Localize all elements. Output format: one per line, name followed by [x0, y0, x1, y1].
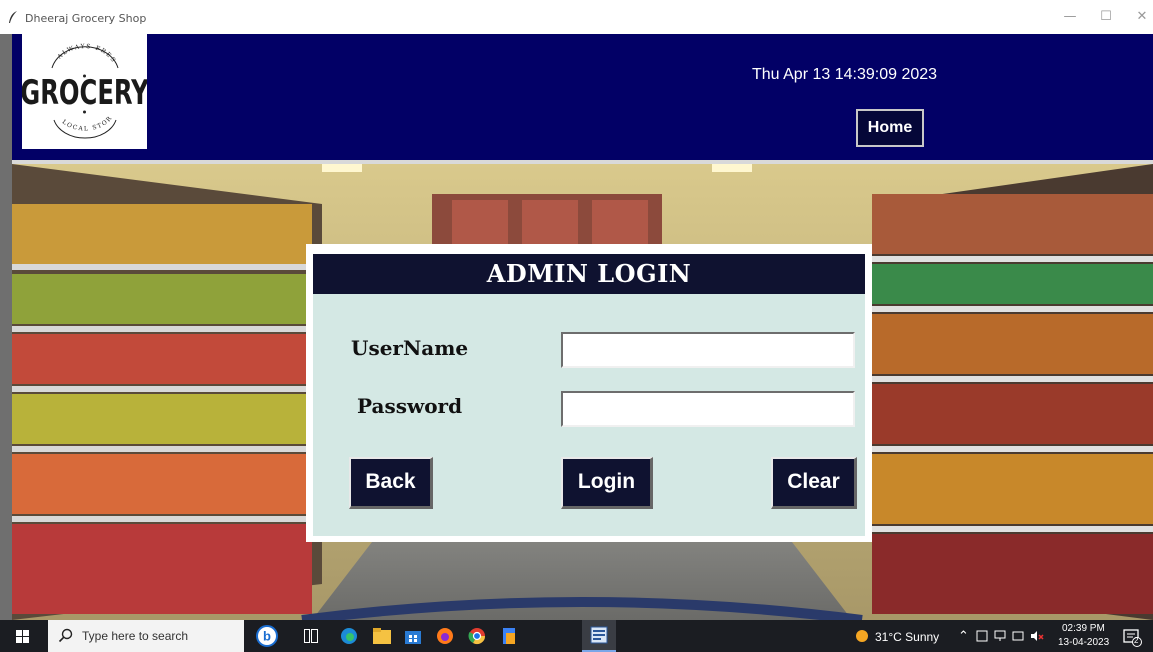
- minimize-button[interactable]: —: [1052, 6, 1088, 28]
- wifi-icon[interactable]: [1012, 630, 1024, 642]
- app-icon[interactable]: [500, 627, 518, 645]
- grocery-logo: ALWAYS FRESH LOCAL STORE GROCERY: [22, 34, 147, 149]
- windows-start-icon[interactable]: [16, 630, 29, 643]
- login-heading: ADMIN LOGIN: [313, 254, 865, 294]
- notification-icon[interactable]: [1122, 627, 1142, 647]
- word-icon: [590, 626, 608, 644]
- display-icon[interactable]: [994, 630, 1006, 642]
- svg-text:GROCERY: GROCERY: [22, 74, 147, 113]
- admin-login-panel: ADMIN LOGIN UserName Password Back Login…: [306, 244, 872, 542]
- svg-text:ALWAYS FRESH: ALWAYS FRESH: [22, 34, 117, 65]
- password-input[interactable]: [561, 391, 855, 427]
- edge-icon[interactable]: [340, 627, 358, 645]
- app-header: [12, 34, 1153, 160]
- search-icon: [58, 628, 73, 643]
- username-label: UserName: [351, 336, 469, 360]
- clear-button[interactable]: Clear: [771, 457, 857, 509]
- chevron-up-icon[interactable]: ⌃: [958, 628, 969, 644]
- search-placeholder: Type here to search: [82, 629, 189, 643]
- username-input[interactable]: [561, 332, 855, 368]
- maximize-button[interactable]: ☐: [1088, 6, 1124, 28]
- login-form: ADMIN LOGIN UserName Password Back Login…: [313, 254, 865, 536]
- speaker-muted-icon[interactable]: [1030, 630, 1044, 642]
- password-label: Password: [357, 394, 463, 418]
- windows-taskbar: Type here to search b 31°C Sunny ⌃ 02:39…: [0, 620, 1153, 652]
- task-view-icon[interactable]: [304, 629, 318, 643]
- weather-text[interactable]: 31°C Sunny: [875, 630, 939, 644]
- svg-text:b: b: [263, 629, 271, 644]
- network-icon[interactable]: [976, 630, 988, 642]
- firefox-icon[interactable]: [436, 627, 454, 645]
- bing-icon[interactable]: b: [256, 625, 278, 647]
- feather-icon: [9, 11, 17, 23]
- window-titlebar: Dheeraj Grocery Shop — ☐ ✕: [0, 0, 1153, 35]
- home-button[interactable]: Home: [856, 109, 924, 147]
- store-icon[interactable]: [404, 627, 422, 645]
- taskbar-clock-time[interactable]: 02:39 PM: [1062, 623, 1105, 634]
- chrome-icon[interactable]: [468, 627, 486, 645]
- window-title: Dheeraj Grocery Shop: [25, 12, 147, 25]
- file-explorer-icon[interactable]: [373, 628, 391, 644]
- taskbar-clock-date[interactable]: 13-04-2023: [1058, 637, 1109, 648]
- current-datetime: Thu Apr 13 14:39:09 2023: [752, 66, 938, 83]
- weather-sun-icon[interactable]: [855, 629, 869, 643]
- active-app-slot[interactable]: [582, 620, 616, 652]
- window-left-border: [0, 34, 12, 620]
- close-button[interactable]: ✕: [1124, 6, 1153, 28]
- taskbar-search-box[interactable]: Type here to search: [48, 620, 244, 652]
- back-button[interactable]: Back: [349, 457, 433, 509]
- notification-count: 2: [1134, 636, 1139, 645]
- login-button[interactable]: Login: [561, 457, 653, 509]
